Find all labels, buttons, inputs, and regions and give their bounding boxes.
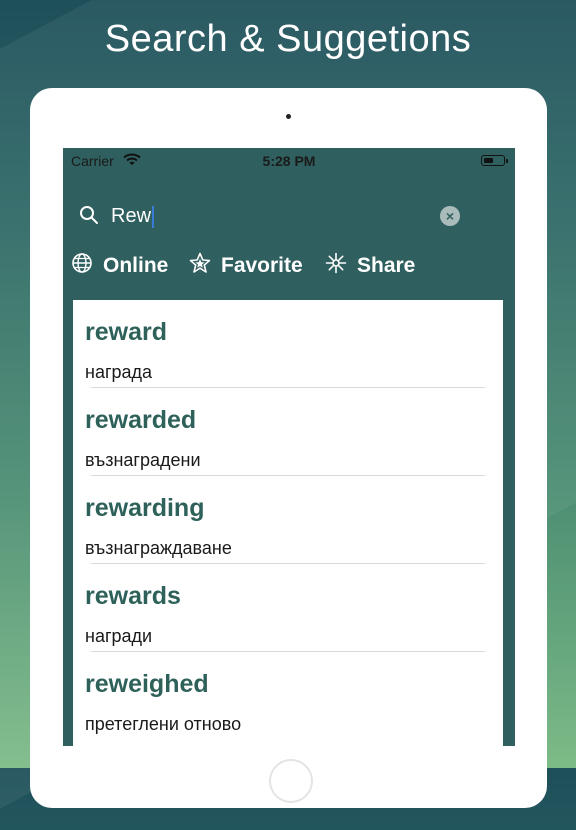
result-word: reweighed: [85, 670, 209, 698]
globe-icon: [71, 252, 103, 280]
favorite-button[interactable]: Favorite: [189, 246, 303, 286]
favorite-label: Favorite: [221, 254, 303, 277]
status-bar: Carrier 5:28 PM: [63, 148, 515, 172]
toolbar: Online Favorite Share: [63, 246, 515, 286]
result-word: rewarding: [85, 494, 205, 522]
result-word: rewarded: [85, 406, 197, 434]
share-label: Share: [357, 254, 416, 277]
star-icon: [189, 252, 221, 280]
search-input-text: Rew: [111, 205, 152, 227]
result-translation: възнаграждаване: [85, 538, 232, 558]
results-list: reward награда rewarded възнаградени rew…: [73, 300, 503, 746]
result-translation: възнаградени: [85, 450, 201, 470]
search-input[interactable]: Rew: [111, 202, 155, 230]
result-word: reward: [85, 318, 167, 346]
result-translation: награди: [85, 626, 153, 646]
camera-dot: [286, 114, 291, 119]
battery-icon: [481, 155, 508, 166]
result-word: rewards: [85, 582, 181, 610]
home-button[interactable]: [269, 759, 313, 803]
result-translation: награда: [85, 362, 153, 382]
list-item[interactable]: reward награда: [73, 300, 503, 388]
list-item[interactable]: rewarded възнаградени: [73, 388, 503, 476]
clear-icon[interactable]: ×: [440, 206, 460, 226]
result-translation: претеглени отново: [85, 714, 242, 734]
status-time: 5:28 PM: [262, 153, 316, 169]
app-screen: Carrier 5:28 PM Rew × Online Favorite Sh…: [63, 148, 515, 746]
online-button[interactable]: Online: [71, 246, 168, 286]
list-item[interactable]: reweighed претеглени отново: [73, 652, 503, 740]
list-item[interactable]: rewards награди: [73, 564, 503, 652]
headline: Search & Suggetions: [104, 18, 472, 60]
share-button[interactable]: Share: [325, 246, 415, 286]
ipad-frame: Carrier 5:28 PM Rew × Online Favorite Sh…: [30, 88, 547, 808]
search-bar[interactable]: Rew ×: [63, 192, 515, 240]
list-item[interactable]: rewarding възнаграждаване: [73, 476, 503, 564]
online-label: Online: [103, 254, 169, 277]
share-icon: [325, 252, 357, 280]
text-caret: [152, 205, 155, 228]
search-icon: [79, 205, 99, 230]
